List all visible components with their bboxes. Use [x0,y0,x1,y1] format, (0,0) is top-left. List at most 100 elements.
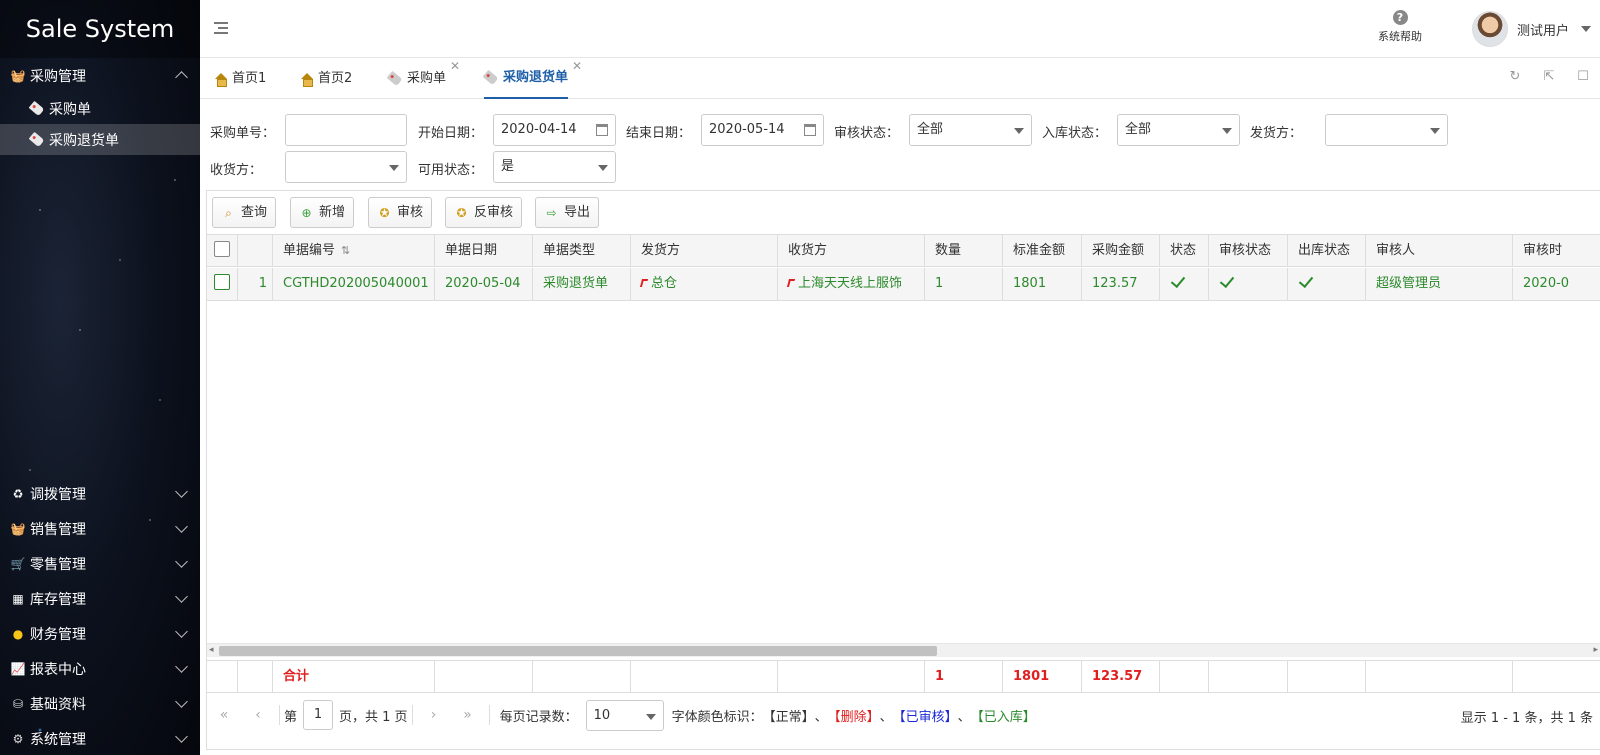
sidebar-group-label: 调拨管理 [30,486,86,503]
export-button[interactable]: ⇨ 导出 [535,197,600,228]
caret-down-icon[interactable] [1581,26,1591,32]
unaudit-medal-icon: ✪ [456,206,467,220]
scroll-right-icon[interactable]: ▸ [1593,645,1598,655]
footer-cell [778,661,925,692]
first-page-icon[interactable]: « [215,706,233,724]
username[interactable]: 测试用户 [1517,20,1569,39]
chevron-down-icon [1014,128,1024,134]
page-size-value: 10 [593,707,611,723]
sidebar-group-sales[interactable]: 🧺 销售管理 [0,511,200,546]
col-sender[interactable]: 发货方 [631,235,778,266]
sidebar-group-retail[interactable]: 🛒 零售管理 [0,546,200,581]
footer-cell [435,661,533,692]
close-icon[interactable]: ✕ [450,46,460,86]
cell-sender[interactable]: 总仓 [631,268,778,300]
calendar-icon[interactable] [596,124,608,136]
sender-link[interactable]: 总仓 [651,276,677,291]
col-qty[interactable]: 数量 [925,235,1003,266]
external-link-icon[interactable]: ⇱ [1542,70,1556,84]
cell-receiver[interactable]: 上海天天线上服饰 [778,268,925,300]
tab-purchase-return[interactable]: 采购退货单 ✕ [482,58,582,99]
audit-button[interactable]: ✪ 审核 [368,197,433,228]
receiver-link[interactable]: 上海天天线上服饰 [798,276,902,291]
cell-std-amount: 1801 [1003,268,1082,300]
select-all-checkbox[interactable] [214,241,230,257]
receiver-select[interactable] [285,151,407,183]
sidebar-item-purchase-return[interactable]: 采购退货单 [0,124,200,155]
chevron-down-icon [175,485,188,498]
close-icon[interactable]: ✕ [572,46,582,86]
receiver-label: 收货方： [210,163,263,178]
sidebar-group-finance[interactable]: ● 财务管理 [0,616,200,651]
app-root: Sale System 🧺 采购管理 采购单 采购退货单 ♻ 调拨管理 🧺 销售… [0,0,1600,755]
sidebar-group-label: 财务管理 [30,626,86,643]
tab-purchase-order[interactable]: 采购单 ✕ [386,58,460,99]
sort-icon[interactable]: ⇅ [341,235,350,266]
sidebar-group-transfer[interactable]: ♻ 调拨管理 [0,476,200,511]
page-size-label: 每页记录数： [499,709,578,725]
maximize-icon[interactable]: ☐ [1576,70,1590,84]
sidebar-group-label: 系统管理 [30,731,86,748]
add-button[interactable]: ⊕ 新增 [290,197,355,228]
page-number-input[interactable]: 1 [303,700,334,730]
legend-deleted: 【删除】 [827,709,880,725]
sidebar-group-reports[interactable]: 📈 报表中心 [0,651,200,686]
tab-label: 采购单 [407,70,447,86]
chevron-down-icon [389,165,399,171]
end-date-input[interactable]: 2020-05-14 [701,114,824,146]
pager-separator [411,705,413,725]
available-select[interactable]: 是 [493,151,616,183]
col-receiver[interactable]: 收货方 [778,235,925,266]
gear-icon: ⚙ [12,731,24,746]
plus-circle-icon: ⊕ [301,206,312,220]
scrollbar-thumb[interactable] [219,646,937,656]
col-status[interactable]: 状态 [1160,235,1209,266]
tab-label: 首页2 [318,70,353,86]
sidebar-group-purchase[interactable]: 🧺 采购管理 [0,58,200,93]
col-purchase-amount[interactable]: 采购金额 [1082,235,1160,266]
audit-label: 审核 [397,205,424,220]
sidebar-group-system[interactable]: ⚙ 系统管理 [0,721,200,755]
page-prefix: 第 [284,709,298,725]
menu-toggle-icon[interactable] [214,22,228,34]
row-checkbox[interactable] [214,274,230,290]
order-no-input[interactable] [285,114,407,146]
table-row[interactable]: 1 CGTHD202005040001 2020-05-04 采购退货单 总仓 … [207,268,1600,301]
instock-status-select[interactable]: 全部 [1117,114,1240,146]
footer-total-label: 合计 [273,661,435,692]
end-date-label: 结束日期： [626,126,692,141]
sidebar-group-basic-data[interactable]: ⛁ 基础资料 [0,686,200,721]
unaudit-button[interactable]: ✪ 反审核 [445,197,523,228]
basket-icon: 🧺 [10,68,26,83]
grid-toolbar: ⌕ 查询 ⊕ 新增 ✪ 审核 ✪ 反审核 ⇨ 导出 [207,191,1600,233]
col-audit-status[interactable]: 审核状态 [1209,235,1288,266]
tab-home1[interactable]: 首页1 [214,58,266,99]
query-button[interactable]: ⌕ 查询 [212,197,277,228]
chevron-down-icon [175,730,188,743]
col-auditor[interactable]: 审核人 [1366,235,1513,266]
refresh-icon[interactable]: ↻ [1508,70,1522,84]
col-bill-type[interactable]: 单据类型 [533,235,631,266]
sidebar-group-inventory[interactable]: ▦ 库存管理 [0,581,200,616]
scroll-left-icon[interactable]: ◂ [209,645,214,655]
page-size-select[interactable]: 10 [585,699,664,731]
start-date-input[interactable]: 2020-04-14 [493,114,616,146]
next-page-icon[interactable]: › [425,706,443,724]
calendar-icon[interactable] [804,124,816,136]
prev-page-icon[interactable]: ‹ [249,706,267,724]
tab-home2[interactable]: 首页2 [300,58,352,99]
avatar[interactable] [1472,11,1508,47]
report-icon: 📈 [10,661,26,676]
sidebar-item-purchase-order[interactable]: 采购单 [0,93,200,124]
sender-select[interactable] [1325,114,1448,146]
help-button[interactable]: ? 系统帮助 [1372,10,1428,44]
horizontal-scrollbar[interactable]: ◂ ▸ [207,643,1600,657]
col-bill-date[interactable]: 单据日期 [435,235,533,266]
last-page-icon[interactable]: » [459,706,477,724]
col-audit-time[interactable]: 审核时 [1513,235,1600,266]
col-std-amount[interactable]: 标准金额 [1003,235,1082,266]
audit-status-select[interactable]: 全部 [909,114,1032,146]
col-out-status[interactable]: 出库状态 [1288,235,1366,266]
pager-separator [279,705,280,725]
col-bill-no[interactable]: 单据编号 ⇅ [273,235,435,266]
